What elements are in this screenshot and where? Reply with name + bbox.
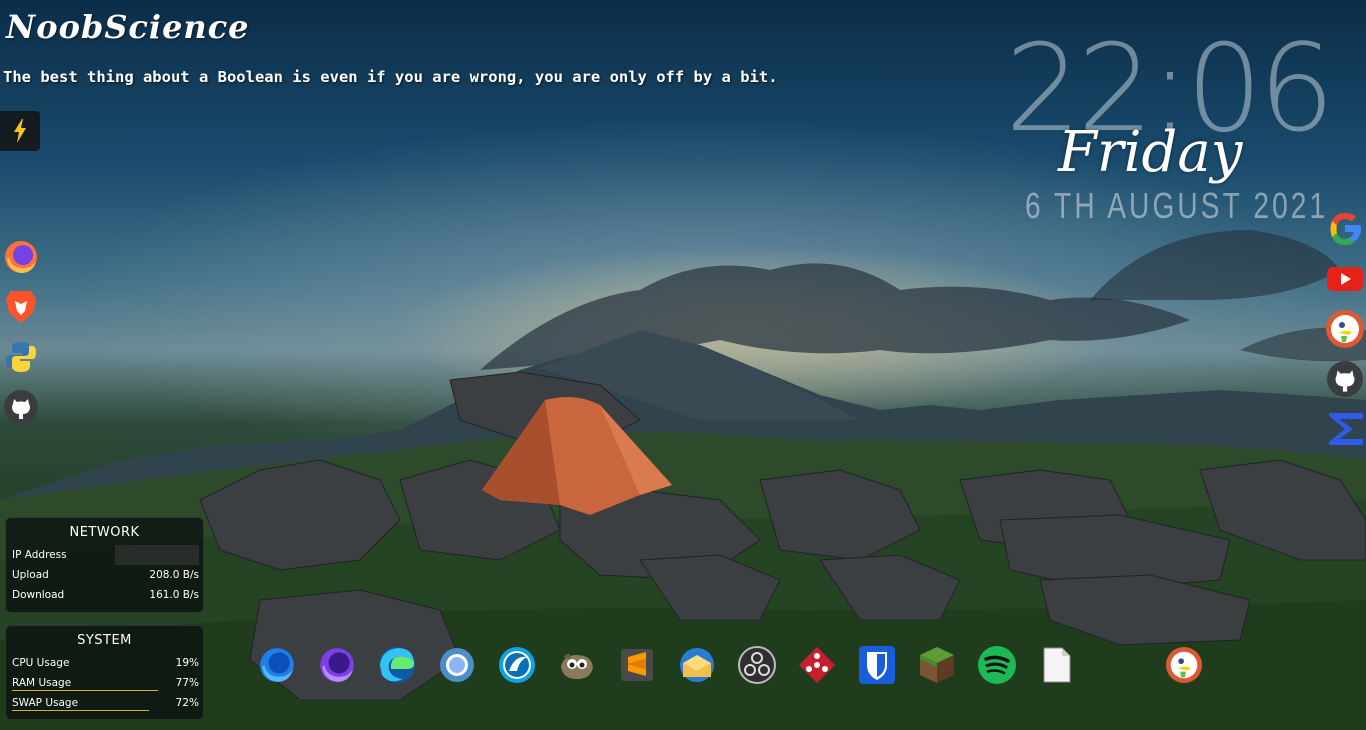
dock-item-edge[interactable] <box>377 645 417 685</box>
bitwarden-icon <box>859 646 895 684</box>
network-row-download: Download 161.0 B/s <box>6 585 203 605</box>
dock-item-sublime[interactable] <box>617 645 657 685</box>
right-launcher-sidebar <box>1324 208 1366 458</box>
dock-item-files[interactable] <box>1037 645 1077 685</box>
dock-item-firefox[interactable] <box>257 645 297 685</box>
quick-action-button[interactable] <box>0 111 40 151</box>
file-icon <box>1043 647 1071 683</box>
network-panel: NETWORK IP Address Upload 208.0 B/s Down… <box>5 517 204 613</box>
gimp-icon <box>561 653 593 679</box>
brave-launcher[interactable] <box>2 288 40 326</box>
network-row-ip: IP Address <box>6 545 203 565</box>
clock-date: 6 TH AUGUST 2021 <box>1025 185 1329 226</box>
system-row-ram: RAM Usage 77% <box>6 673 203 693</box>
duckduckgo-icon <box>1326 310 1364 348</box>
firefox-launcher[interactable] <box>2 238 40 276</box>
minecraft-icon <box>920 647 954 683</box>
cpu-usage-value: 19% <box>175 657 199 669</box>
duckduckgo-launcher-right[interactable] <box>1324 308 1366 350</box>
github-launcher-left[interactable] <box>2 388 40 426</box>
dock-item-waterfox[interactable] <box>497 645 537 685</box>
edge-icon <box>379 647 415 683</box>
site-title: NoobScience <box>6 8 250 46</box>
swap-usage-value: 72% <box>175 697 199 709</box>
system-row-label: CPU Usage <box>12 657 70 669</box>
system-row-cpu: CPU Usage 19% <box>6 653 203 673</box>
network-row-label: Upload <box>12 569 49 581</box>
dock-item-dice[interactable] <box>797 645 837 685</box>
network-row-label: Download <box>12 589 65 601</box>
lightning-bolt-icon <box>14 119 26 143</box>
ram-usage-value: 77% <box>175 677 199 689</box>
usage-bar <box>12 690 158 691</box>
dice-icon <box>799 647 835 683</box>
download-value: 161.0 B/s <box>149 589 199 601</box>
network-row-upload: Upload 208.0 B/s <box>6 565 203 585</box>
dock-item-chromium[interactable] <box>437 645 477 685</box>
dock-item-spotify[interactable] <box>977 645 1017 685</box>
youtube-icon <box>1327 267 1363 291</box>
firefox-icon <box>260 648 294 682</box>
python-launcher[interactable] <box>2 338 40 376</box>
spotify-icon <box>978 646 1016 684</box>
brave-icon <box>6 291 36 323</box>
firefox-icon <box>5 241 37 273</box>
system-panel: SYSTEM CPU Usage 19% RAM Usage 77% SWAP … <box>5 625 204 720</box>
system-row-swap: SWAP Usage 72% <box>6 693 203 713</box>
github-icon <box>4 390 38 424</box>
network-panel-title: NETWORK <box>69 525 140 540</box>
ip-address-value <box>115 545 199 565</box>
left-launcher-sidebar <box>2 238 40 438</box>
dock-item-obs[interactable] <box>737 645 777 685</box>
dock-item-bitwarden[interactable] <box>857 645 897 685</box>
dock-item-duckduckgo[interactable] <box>1164 645 1204 685</box>
google-launcher[interactable] <box>1324 208 1366 250</box>
sublime-icon <box>621 649 653 681</box>
chromium-icon <box>440 648 474 682</box>
youtube-launcher[interactable] <box>1324 258 1366 300</box>
dock-item-gimp[interactable] <box>557 645 597 685</box>
firefox-nightly-icon <box>320 648 354 682</box>
obs-icon <box>738 646 776 684</box>
quote-text: The best thing about a Boolean is even i… <box>3 68 778 86</box>
google-icon <box>1330 213 1361 245</box>
sigma-launcher[interactable] <box>1324 408 1366 450</box>
network-row-label: IP Address <box>12 549 67 561</box>
mail-icon <box>680 648 714 682</box>
clock-day: Friday <box>1058 120 1243 185</box>
dock-item-mail[interactable] <box>677 645 717 685</box>
system-panel-title: SYSTEM <box>77 633 132 648</box>
usage-bar <box>12 710 149 711</box>
waterfox-icon <box>499 647 535 683</box>
upload-value: 208.0 B/s <box>149 569 199 581</box>
sigma-icon <box>1329 413 1363 445</box>
dock-item-firefox-nightly[interactable] <box>317 645 357 685</box>
dock-item-minecraft[interactable] <box>917 645 957 685</box>
duckduckgo-icon <box>1165 646 1203 684</box>
github-launcher-right[interactable] <box>1324 358 1366 400</box>
python-icon <box>6 342 36 372</box>
github-icon <box>1327 361 1363 397</box>
